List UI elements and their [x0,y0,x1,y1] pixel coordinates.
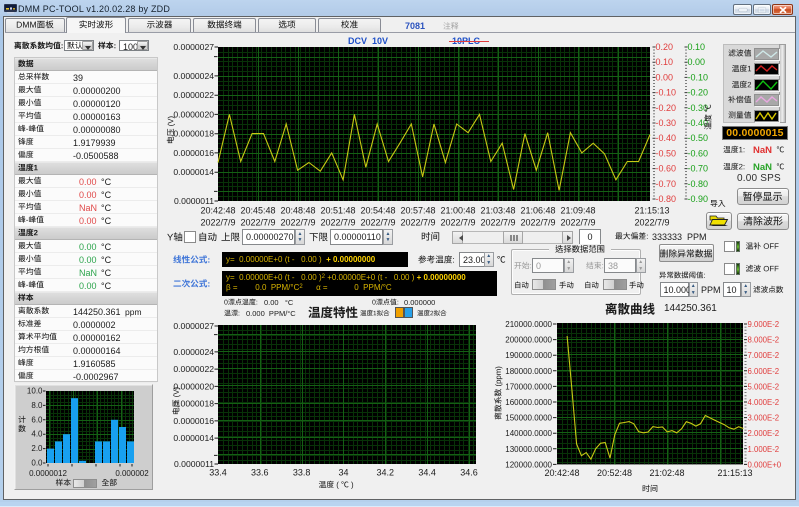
svg-text:0.0000011: 0.0000011 [174,196,214,206]
svg-text:0.0: 0.0 [31,459,43,468]
svg-text:-0.10: -0.10 [688,72,709,82]
svg-text:0.00: 0.00 [656,72,674,82]
svg-text:0.0000027: 0.0000027 [173,321,214,331]
svg-text:21:09:48: 21:09:48 [560,206,595,216]
svg-text:0.0000018: 0.0000018 [173,399,214,409]
svg-text:2022/7/9: 2022/7/9 [634,218,669,228]
svg-text:0.0000020: 0.0000020 [173,109,214,119]
svg-text:0.0000018: 0.0000018 [173,129,214,139]
svg-text:34.2: 34.2 [377,468,395,478]
svg-text:2.000E-2: 2.000E-2 [748,429,780,438]
svg-text:130000.0000: 130000.0000 [505,445,552,454]
svg-text:2022/7/9: 2022/7/9 [280,218,315,228]
svg-text:-0.40: -0.40 [688,118,709,128]
svg-text:0.0000014: 0.0000014 [173,433,214,443]
svg-text:20:48:48: 20:48:48 [280,206,315,216]
svg-text:21:06:48: 21:06:48 [520,206,555,216]
svg-text:4.0: 4.0 [31,430,43,439]
svg-text:34: 34 [338,468,348,478]
svg-text:-0.90: -0.90 [688,194,709,204]
svg-text:-0.60: -0.60 [688,148,709,158]
svg-text:20:57:48: 20:57:48 [400,206,435,216]
svg-text:20:52:48: 20:52:48 [597,468,632,478]
svg-text:-0.40: -0.40 [656,133,677,143]
svg-text:9.000E-2: 9.000E-2 [748,320,780,329]
svg-text:21:15:13: 21:15:13 [717,468,752,478]
svg-text:0.0000011: 0.0000011 [174,459,214,469]
svg-text:7.000E-2: 7.000E-2 [748,351,780,360]
svg-text:20:42:48: 20:42:48 [544,468,579,478]
svg-text:-0.20: -0.20 [688,88,709,98]
svg-text:200000.0000: 200000.0000 [505,336,552,345]
svg-text:0.0000027: 0.0000027 [173,42,214,52]
svg-text:21:03:48: 21:03:48 [480,206,515,216]
svg-text:33.6: 33.6 [251,468,269,478]
svg-text:0.00: 0.00 [688,57,706,67]
svg-text:0.0000022: 0.0000022 [173,364,214,374]
svg-text:33.8: 33.8 [293,468,311,478]
svg-text:0.20: 0.20 [656,42,674,52]
svg-text:190000.0000: 190000.0000 [505,351,552,360]
svg-text:20:51:48: 20:51:48 [320,206,355,216]
svg-text:10.0: 10.0 [27,387,43,396]
svg-text:2022/7/9: 2022/7/9 [320,218,355,228]
svg-text:8.000E-2: 8.000E-2 [748,336,780,345]
svg-text:2022/7/9: 2022/7/9 [360,218,395,228]
svg-text:0.0000020: 0.0000020 [173,381,214,391]
svg-text:20:42:48: 20:42:48 [200,206,235,216]
svg-text:0.10: 0.10 [656,57,674,67]
svg-text:0.0000014: 0.0000014 [173,167,214,177]
svg-text:21:00:48: 21:00:48 [440,206,475,216]
svg-text:2022/7/9: 2022/7/9 [480,218,515,228]
svg-text:0.0000016: 0.0000016 [173,416,214,426]
svg-text:-0.80: -0.80 [656,194,677,204]
svg-text:-0.80: -0.80 [688,179,709,189]
svg-text:33.4: 33.4 [209,468,227,478]
svg-text:-0.30: -0.30 [656,118,677,128]
svg-text:-0.50: -0.50 [688,133,709,143]
svg-text:0.000002: 0.000002 [115,469,149,478]
svg-text:2022/7/9: 2022/7/9 [240,218,275,228]
svg-text:6.000E-2: 6.000E-2 [748,367,780,376]
svg-text:2022/7/9: 2022/7/9 [400,218,435,228]
svg-text:170000.0000: 170000.0000 [505,382,552,391]
svg-text:0.10: 0.10 [688,42,706,52]
svg-text:0.000E+0: 0.000E+0 [748,460,782,469]
svg-text:210000.0000: 210000.0000 [505,320,552,329]
svg-text:4.000E-2: 4.000E-2 [748,398,780,407]
svg-text:-0.20: -0.20 [656,103,677,113]
svg-text:0.0000016: 0.0000016 [173,148,214,158]
svg-text:2022/7/9: 2022/7/9 [520,218,555,228]
svg-text:21:02:48: 21:02:48 [649,468,684,478]
svg-text:20:45:48: 20:45:48 [240,206,275,216]
svg-text:8.0: 8.0 [31,401,43,410]
svg-text:0.0000012: 0.0000012 [29,469,67,478]
svg-text:6.0: 6.0 [31,415,43,424]
svg-text:180000.0000: 180000.0000 [505,367,552,376]
svg-text:140000.0000: 140000.0000 [505,429,552,438]
svg-text:34.6: 34.6 [460,468,478,478]
svg-text:34.4: 34.4 [418,468,436,478]
svg-text:21:15:13: 21:15:13 [634,206,669,216]
svg-text:1.000E-2: 1.000E-2 [748,445,780,454]
svg-text:160000.0000: 160000.0000 [505,398,552,407]
svg-text:2022/7/9: 2022/7/9 [440,218,475,228]
svg-text:2022/7/9: 2022/7/9 [200,218,235,228]
svg-text:-0.60: -0.60 [656,164,677,174]
svg-text:0.0000024: 0.0000024 [173,71,214,81]
svg-text:0.0000024: 0.0000024 [173,347,214,357]
svg-text:-0.30: -0.30 [688,103,709,113]
svg-text:2022/7/9: 2022/7/9 [560,218,595,228]
svg-text:3.000E-2: 3.000E-2 [748,414,780,423]
svg-text:-0.70: -0.70 [656,179,677,189]
svg-text:5.000E-2: 5.000E-2 [748,382,780,391]
svg-text:-0.50: -0.50 [656,148,677,158]
svg-text:-0.10: -0.10 [656,88,677,98]
svg-text:150000.0000: 150000.0000 [505,414,552,423]
svg-text:2.0: 2.0 [31,444,43,453]
svg-text:-0.70: -0.70 [688,164,709,174]
svg-text:20:54:48: 20:54:48 [360,206,395,216]
svg-text:0.0000022: 0.0000022 [173,90,214,100]
